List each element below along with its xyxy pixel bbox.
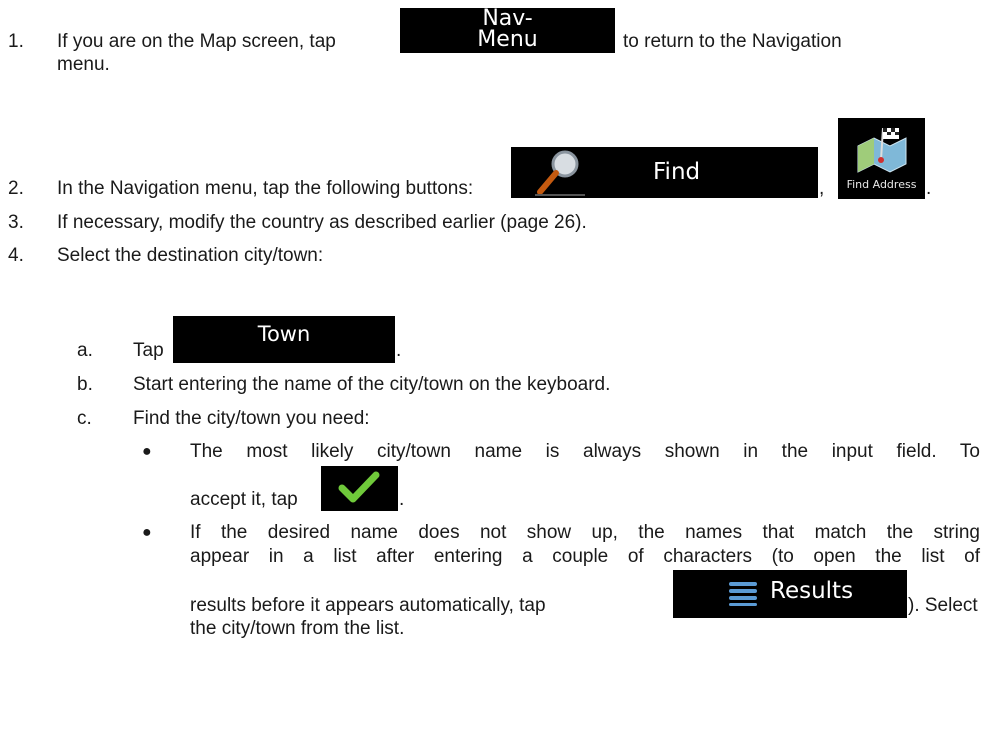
step-number: 4. — [8, 245, 24, 266]
step-text: Select the destination city/town: — [57, 245, 324, 266]
find-address-button[interactable]: Find Address — [838, 118, 925, 199]
list-icon — [729, 582, 757, 606]
bullet-text: appear in a list after entering a couple… — [190, 546, 980, 567]
find-address-label: Find Address — [846, 178, 917, 191]
navmenu-button[interactable]: Nav- Menu — [400, 7, 615, 53]
substep-letter: a. — [77, 340, 93, 361]
step-text: If you are on the Map screen, tap — [57, 31, 336, 52]
find-button[interactable]: Find — [511, 147, 818, 198]
bullet-icon: ● — [142, 443, 152, 460]
bullet-text: ). Select — [908, 595, 978, 616]
accept-button[interactable] — [321, 466, 398, 511]
town-button[interactable]: Town — [173, 316, 395, 363]
step-text: In the Navigation menu, tap the followin… — [57, 178, 474, 199]
substep-text: Tap — [133, 340, 164, 361]
bullet-icon: ● — [142, 524, 152, 541]
period: . — [396, 340, 402, 361]
find-label: Find — [653, 159, 701, 185]
navmenu-label-line2: Menu — [477, 27, 538, 52]
results-label: Results — [770, 578, 854, 604]
bullet-text: the city/town from the list. — [190, 618, 405, 639]
step-text: If necessary, modify the country as desc… — [57, 212, 587, 233]
step-number: 1. — [8, 31, 24, 52]
substep-text: Find the city/town you need: — [133, 408, 370, 429]
bullet-text: accept it, tap — [190, 489, 298, 510]
period: . — [399, 489, 405, 510]
period: . — [926, 178, 932, 199]
comma: , — [819, 178, 825, 199]
step-number: 2. — [8, 178, 24, 199]
bullet-text: The most likely city/town name is always… — [190, 441, 980, 462]
bullet-text: results before it appears automatically,… — [190, 595, 546, 616]
magnifier-icon — [535, 150, 585, 196]
substep-text: Start entering the name of the city/town… — [133, 374, 611, 395]
results-button[interactable]: Results — [673, 570, 907, 618]
checkmark-icon — [338, 471, 380, 503]
step-number: 3. — [8, 212, 24, 233]
substep-letter: b. — [77, 374, 93, 395]
bullet-text: If the desired name does not show up, th… — [190, 522, 980, 543]
substep-letter: c. — [77, 408, 92, 429]
step-text: menu. — [57, 54, 110, 75]
map-flag-icon — [857, 127, 907, 173]
step-text: to return to the Navigation — [623, 31, 842, 52]
town-label: Town — [257, 322, 311, 346]
